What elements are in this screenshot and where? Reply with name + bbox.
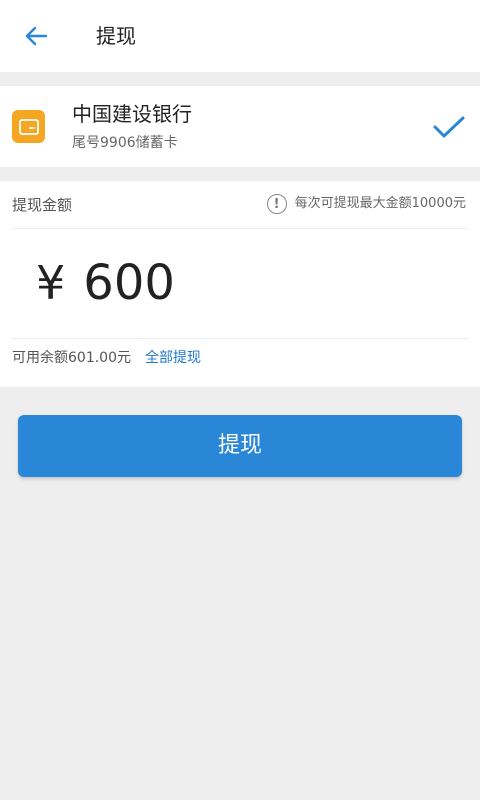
withdraw-button[interactable]: 提现 bbox=[18, 415, 462, 477]
currency-symbol: ¥ bbox=[36, 256, 66, 310]
info-icon: ! bbox=[266, 194, 287, 214]
balance-row: 可用余额601.00元 全部提现 bbox=[12, 347, 201, 369]
top-bar: 提现 bbox=[0, 0, 480, 72]
withdraw-all-link[interactable]: 全部提现 bbox=[145, 347, 201, 369]
available-balance: 可用余额601.00元 bbox=[12, 350, 131, 366]
limit-info: ! 每次可提现最大金额10000元 bbox=[266, 193, 466, 215]
page-title: 提现 bbox=[96, 24, 136, 48]
back-button[interactable] bbox=[18, 20, 54, 52]
divider bbox=[12, 338, 468, 339]
withdraw-amount-panel: 提现金额 ! 每次可提现最大金额10000元 ¥ 可用余额601.00元 全部提… bbox=[0, 181, 480, 387]
bank-card-selector[interactable]: 中国建设银行 尾号9906储蓄卡 bbox=[0, 86, 480, 167]
bank-card-number: 尾号9906储蓄卡 bbox=[72, 135, 178, 151]
amount-input[interactable] bbox=[83, 255, 384, 311]
amount-input-group: ¥ bbox=[36, 255, 460, 311]
bank-card-icon bbox=[12, 110, 45, 143]
divider bbox=[12, 228, 468, 229]
limit-text: 每次可提现最大金额10000元 bbox=[294, 196, 466, 211]
check-icon bbox=[433, 116, 465, 138]
arrow-left-icon bbox=[25, 26, 48, 46]
amount-label: 提现金额 bbox=[12, 196, 73, 214]
bank-name: 中国建设银行 bbox=[72, 102, 192, 126]
